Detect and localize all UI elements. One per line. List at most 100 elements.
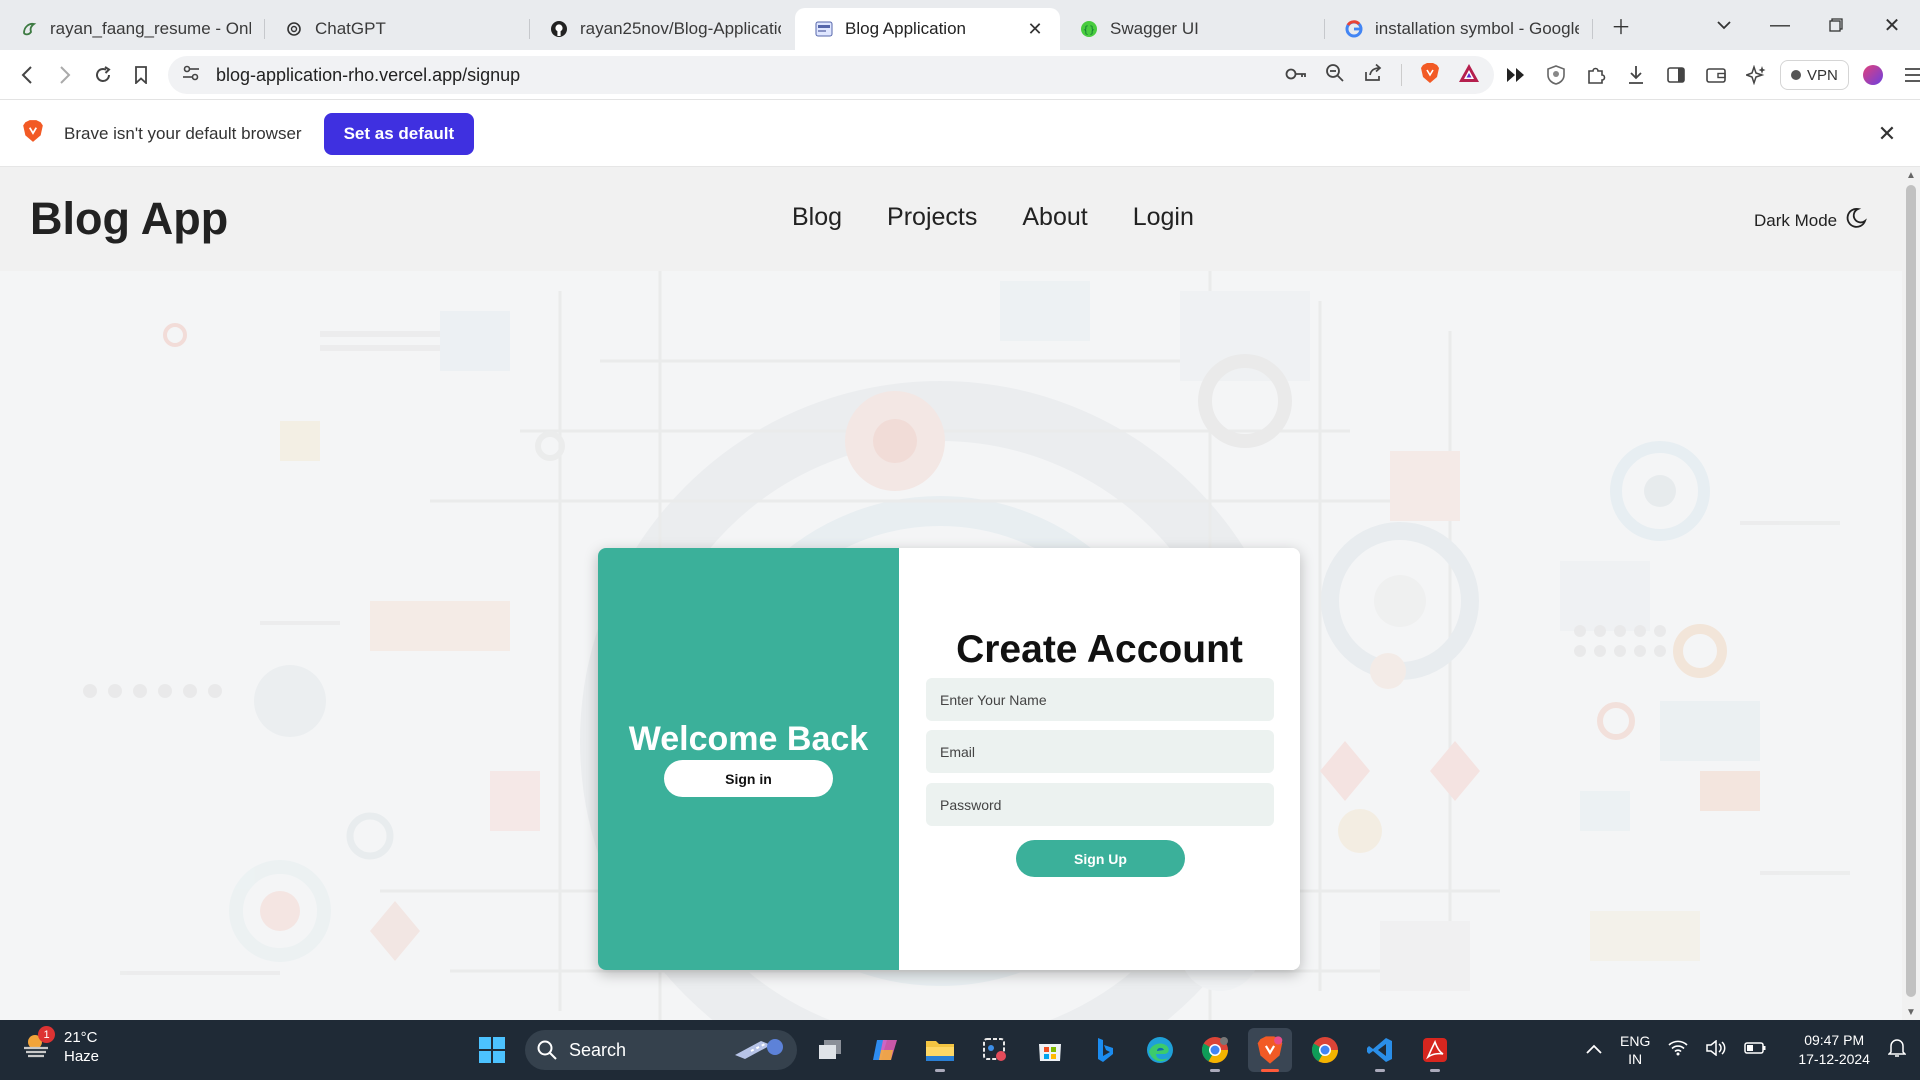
vscode-icon: [1367, 1038, 1392, 1062]
brand-logo[interactable]: Blog App: [30, 193, 228, 245]
welcome-title: Welcome Back: [628, 720, 869, 758]
language-indicator[interactable]: ENG IN: [1620, 1032, 1650, 1068]
site-settings-icon[interactable]: [182, 65, 200, 86]
back-button[interactable]: [8, 56, 46, 94]
vpn-button[interactable]: VPN: [1780, 60, 1849, 90]
tab-google-search[interactable]: installation symbol - Google Search: [1325, 8, 1593, 50]
tab-blog-application[interactable]: Blog Application ✕: [795, 8, 1060, 50]
microsoft-store-app[interactable]: [1028, 1028, 1072, 1072]
set-as-default-button[interactable]: Set as default: [323, 112, 475, 155]
scroll-down-arrow-icon[interactable]: ▼: [1902, 1004, 1920, 1020]
task-view-icon: [819, 1040, 841, 1059]
vscode-app[interactable]: [1358, 1028, 1402, 1072]
close-window-button[interactable]: ✕: [1864, 0, 1920, 50]
weather-widget[interactable]: 1 21°C Haze: [22, 1026, 100, 1066]
tab-github[interactable]: rayan25nov/Blog-Application: [530, 8, 795, 50]
weather-condition: Haze: [64, 1048, 100, 1065]
wallet-icon[interactable]: [1700, 59, 1732, 91]
tab-overleaf[interactable]: rayan_faang_resume - Online LaTeX: [0, 8, 265, 50]
nav-projects[interactable]: Projects: [887, 203, 977, 232]
page-viewport: Blog App Blog Projects About Login Dark …: [0, 167, 1902, 1020]
profile-avatar-icon[interactable]: [1857, 59, 1889, 91]
file-explorer-app[interactable]: [918, 1028, 962, 1072]
password-key-icon[interactable]: [1285, 65, 1307, 86]
swagger-icon: {}: [1080, 20, 1098, 38]
download-icon[interactable]: [1620, 59, 1652, 91]
language-line1: ENG: [1620, 1033, 1651, 1049]
zoom-out-icon[interactable]: [1325, 63, 1345, 88]
tab-title: installation symbol - Google Search: [1375, 19, 1579, 38]
clock[interactable]: 09:47 PM 17-12-2024: [1798, 1031, 1870, 1069]
page-scrollbar[interactable]: ▲ ▼: [1902, 167, 1920, 1020]
forward-button[interactable]: [46, 56, 84, 94]
menu-hamburger-icon[interactable]: [1897, 59, 1920, 91]
main-nav: Blog Projects About Login: [792, 203, 1194, 232]
password-field[interactable]: [926, 783, 1274, 826]
bookmark-button[interactable]: [122, 56, 160, 94]
leo-ai-sparkle-icon[interactable]: [1740, 59, 1772, 91]
nav-about[interactable]: About: [1022, 203, 1087, 232]
tab-chatgpt[interactable]: ChatGPT: [265, 8, 530, 50]
name-field[interactable]: [926, 678, 1274, 721]
tab-title: ChatGPT: [315, 19, 386, 38]
close-infobar-icon[interactable]: ✕: [1874, 121, 1900, 147]
language-line2: IN: [1628, 1051, 1643, 1067]
close-tab-icon[interactable]: ✕: [1024, 18, 1046, 40]
blog-favicon: [815, 20, 833, 38]
bing-app[interactable]: [1083, 1028, 1127, 1072]
wifi-icon[interactable]: [1668, 1040, 1688, 1061]
folder-icon: [926, 1041, 954, 1061]
task-view-button[interactable]: [808, 1028, 852, 1072]
edge-app[interactable]: [1138, 1028, 1182, 1072]
tab-swagger[interactable]: {} Swagger UI: [1060, 8, 1325, 50]
scrollbar-thumb[interactable]: [1906, 185, 1916, 997]
nav-login[interactable]: Login: [1133, 203, 1194, 232]
create-account-title: Create Account: [956, 628, 1243, 671]
reload-button[interactable]: [84, 56, 122, 94]
windows-taskbar: 1 21°C Haze Search ENG IN 09:47 PM 17-12…: [0, 1020, 1920, 1080]
shield-extension-icon[interactable]: [1540, 59, 1572, 91]
google-icon: [1345, 20, 1363, 38]
minimize-button[interactable]: —: [1752, 0, 1808, 50]
sign-in-button[interactable]: Sign in: [664, 760, 833, 797]
brave-app[interactable]: [1248, 1028, 1292, 1072]
chrome-app[interactable]: [1193, 1028, 1237, 1072]
clock-time: 09:47 PM: [1804, 1032, 1865, 1048]
signup-form: Create Account Sign Up: [899, 548, 1300, 970]
show-hidden-icons-chevron-icon[interactable]: [1586, 1041, 1602, 1059]
search-label: Search: [569, 1039, 627, 1060]
media-fast-forward-icon[interactable]: [1500, 59, 1532, 91]
auth-card: Welcome Back Sign in Create Account Sign…: [598, 548, 1300, 970]
chrome-profile-app[interactable]: [1303, 1028, 1347, 1072]
tab-separator: [1592, 19, 1593, 39]
scroll-up-arrow-icon[interactable]: ▲: [1902, 167, 1920, 183]
url-text[interactable]: blog-application-rho.vercel.app/signup: [216, 65, 520, 86]
restore-button[interactable]: [1808, 0, 1864, 50]
address-bar[interactable]: blog-application-rho.vercel.app/signup: [168, 56, 1494, 94]
start-button[interactable]: [470, 1028, 514, 1072]
sidebar-toggle-icon[interactable]: [1660, 59, 1692, 91]
system-tray: ENG IN 09:47 PM 17-12-2024: [1586, 1020, 1907, 1080]
default-browser-infobar: Brave isn't your default browser Set as …: [0, 101, 1920, 167]
taskbar-search[interactable]: Search: [525, 1030, 797, 1070]
brave-shields-icon[interactable]: [1420, 62, 1440, 89]
tab-title: rayan_faang_resume - Online LaTeX: [50, 19, 251, 38]
snipping-tool-app[interactable]: [973, 1028, 1017, 1072]
overleaf-icon: [20, 20, 38, 38]
battery-icon[interactable]: [1744, 1041, 1766, 1059]
tab-search-chevron-icon[interactable]: [1696, 0, 1752, 50]
nav-blog[interactable]: Blog: [792, 203, 842, 232]
acrobat-app[interactable]: [1413, 1028, 1457, 1072]
tab-title: rayan25nov/Blog-Application: [580, 19, 781, 38]
extensions-puzzle-icon[interactable]: [1580, 59, 1612, 91]
email-field[interactable]: [926, 730, 1274, 773]
copilot-app[interactable]: [863, 1028, 907, 1072]
share-icon[interactable]: [1363, 63, 1383, 88]
volume-icon[interactable]: [1706, 1038, 1726, 1061]
new-tab-button[interactable]: ＋: [1593, 0, 1649, 50]
notification-center-icon[interactable]: [1887, 1038, 1907, 1063]
sign-up-button[interactable]: Sign Up: [1016, 840, 1185, 877]
dark-mode-toggle[interactable]: Dark Mode: [1754, 207, 1868, 234]
search-icon: [537, 1040, 557, 1060]
brave-rewards-icon[interactable]: [1458, 63, 1480, 88]
